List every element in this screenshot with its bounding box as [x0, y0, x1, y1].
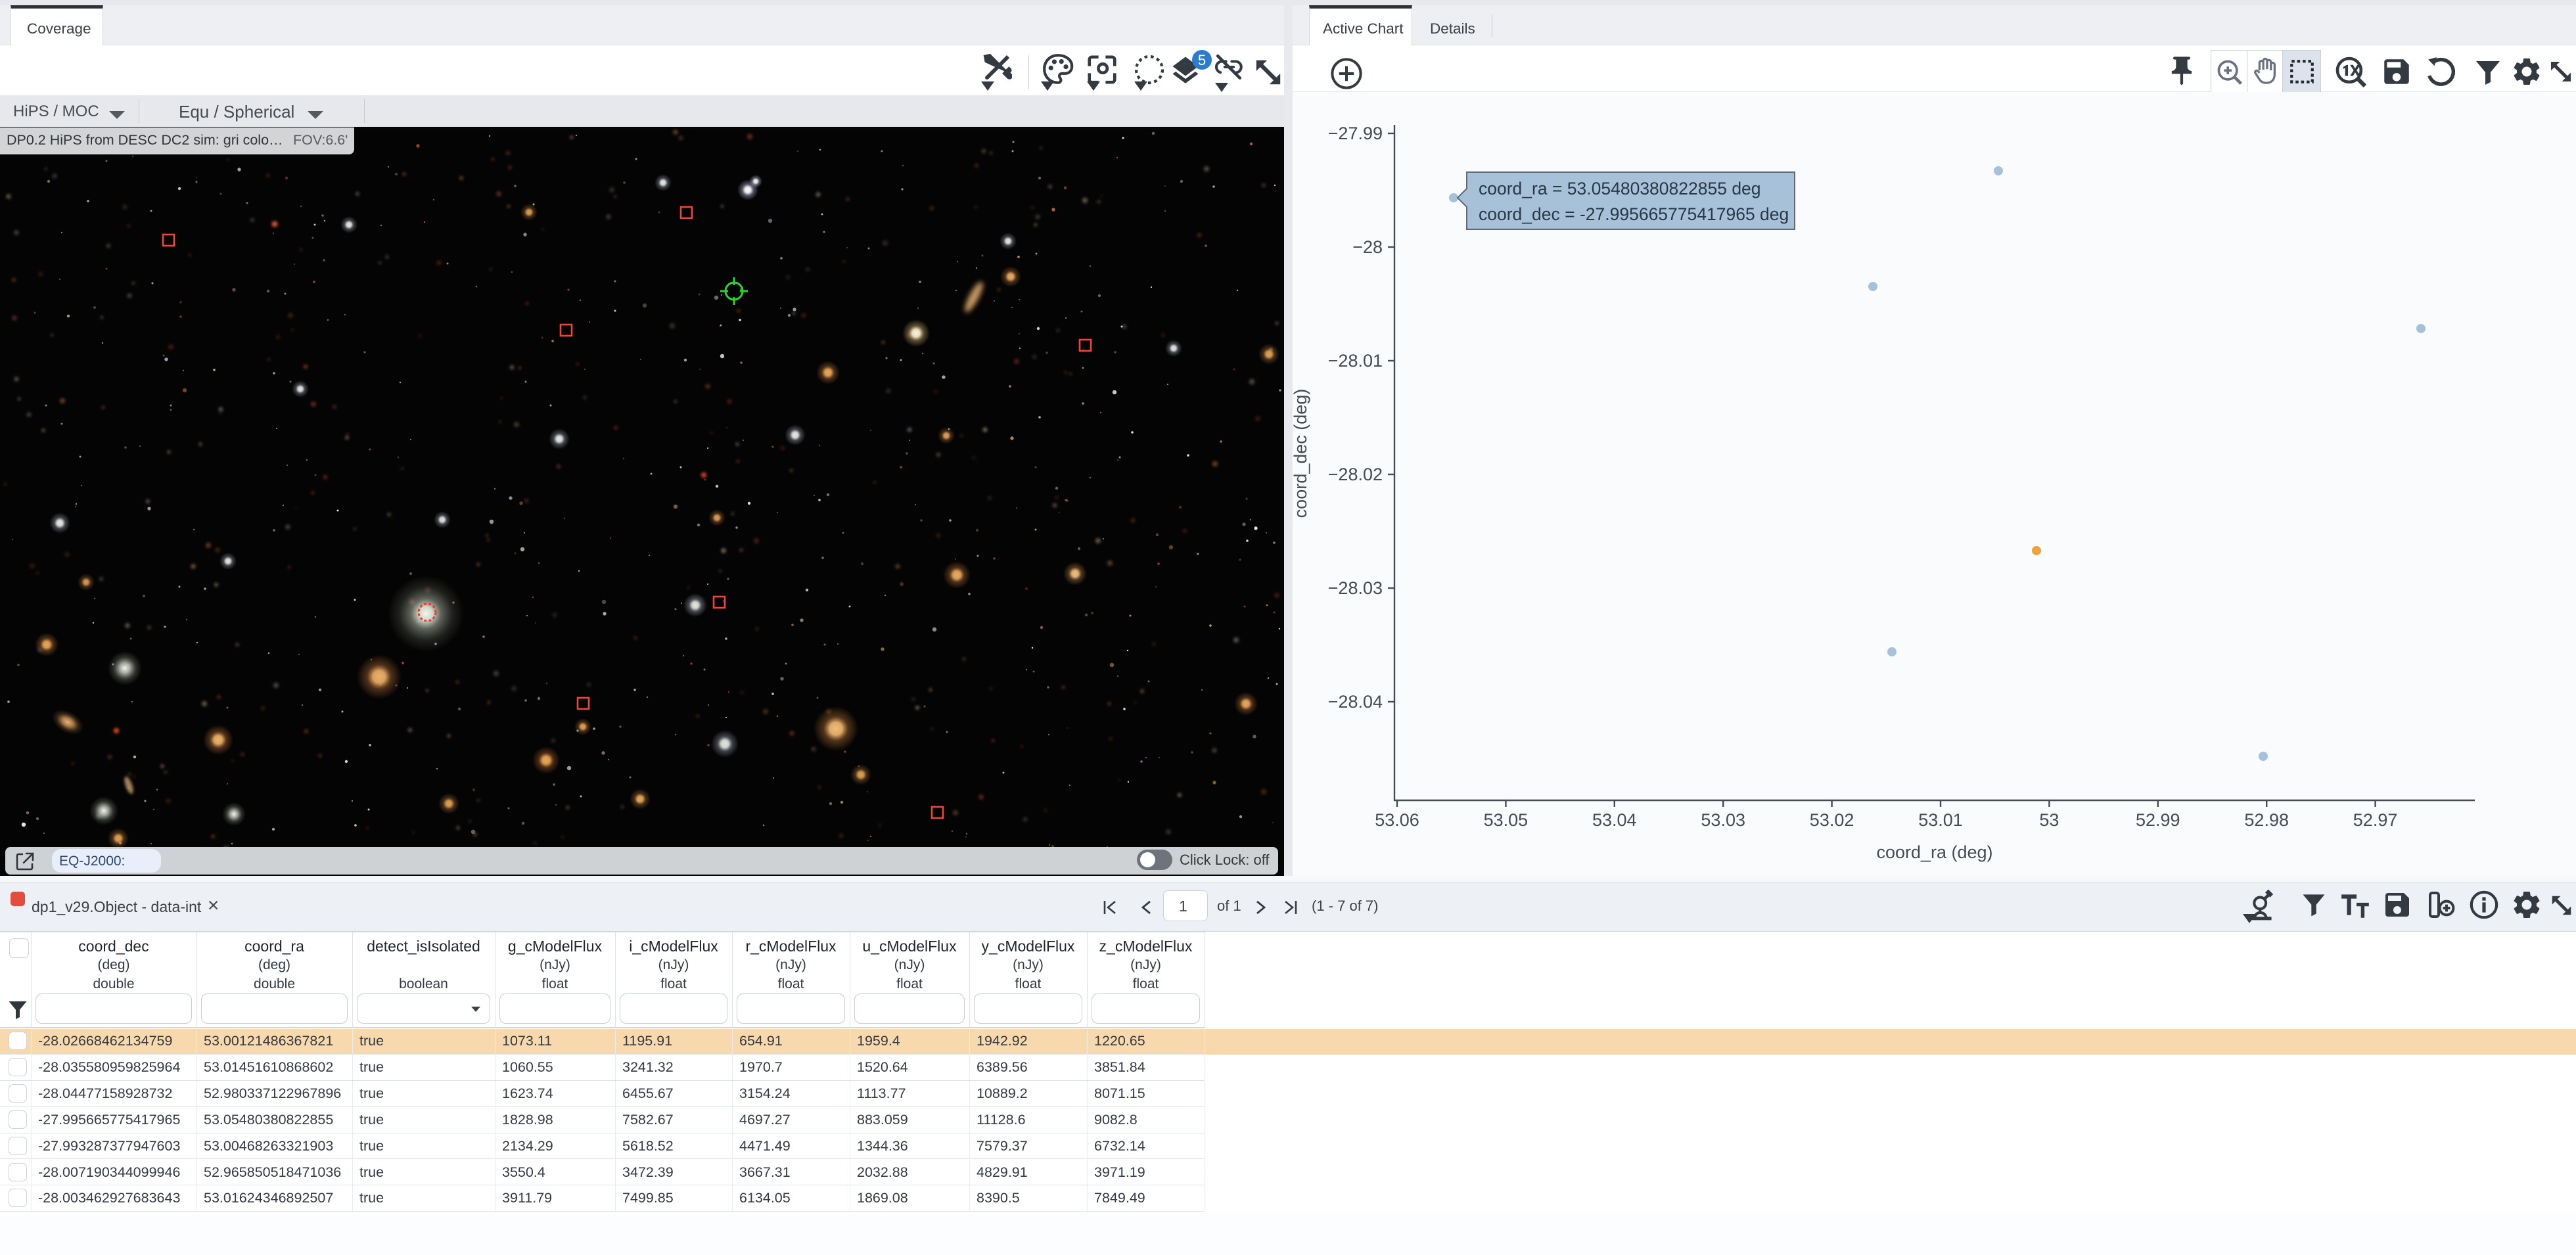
svg-text:53.05: 53.05 — [1484, 810, 1529, 830]
svg-text:53.03: 53.03 — [1701, 810, 1745, 830]
svg-text:53.06: 53.06 — [1375, 810, 1419, 830]
svg-text:52.98: 52.98 — [2244, 810, 2289, 830]
svg-text:−28.03: −28.03 — [1328, 578, 1383, 598]
svg-text:−27.99: −27.99 — [1328, 124, 1383, 143]
svg-text:−28.04: −28.04 — [1328, 692, 1383, 712]
svg-text:coord_ra = 53.05480380822855 d: coord_ra = 53.05480380822855 deg — [1479, 179, 1761, 198]
svg-text:53.01: 53.01 — [1918, 810, 1963, 830]
svg-text:coord_dec (deg): coord_dec (deg) — [1293, 389, 1310, 518]
svg-text:coord_ra (deg): coord_ra (deg) — [1876, 842, 1992, 862]
svg-text:52.97: 52.97 — [2353, 810, 2398, 830]
svg-text:−28: −28 — [1352, 237, 1383, 257]
svg-text:−28.01: −28.01 — [1328, 351, 1383, 371]
svg-text:−28.02: −28.02 — [1328, 465, 1383, 484]
svg-text:53.04: 53.04 — [1592, 810, 1637, 830]
svg-text:52.99: 52.99 — [2136, 810, 2180, 830]
svg-text:53.02: 53.02 — [1810, 810, 1854, 830]
svg-text:53: 53 — [2039, 810, 2059, 830]
svg-text:coord_dec = -27.99566577541796: coord_dec = -27.995665775417965 deg — [1479, 204, 1789, 224]
